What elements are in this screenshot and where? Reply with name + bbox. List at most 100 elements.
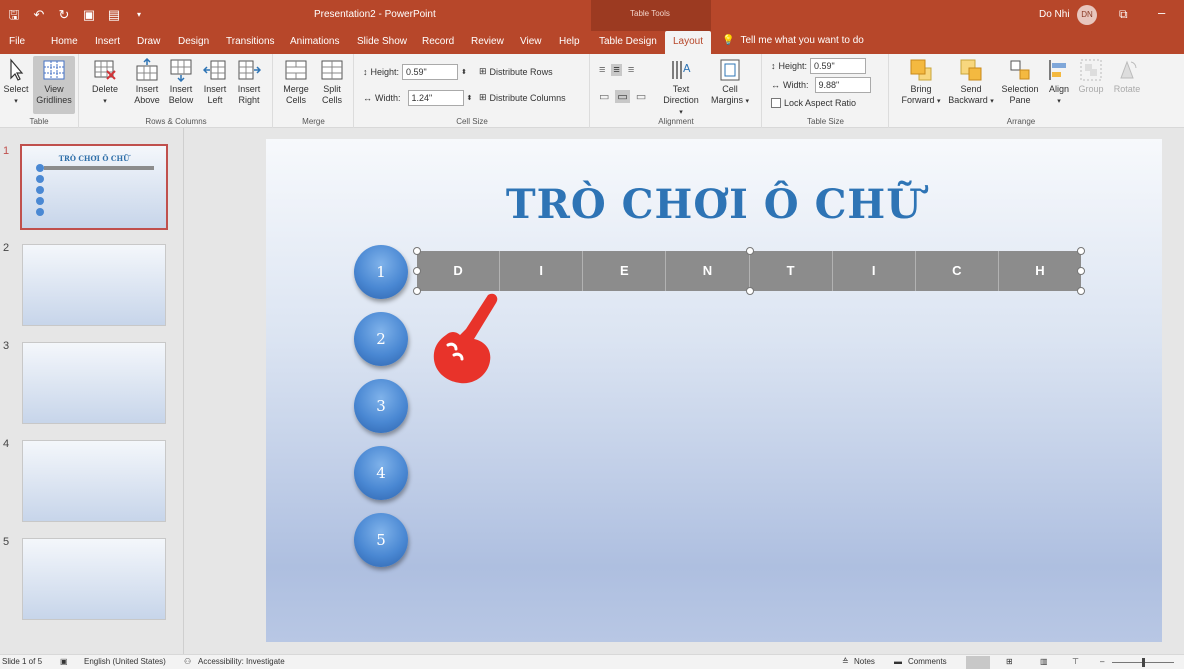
align-left-icon[interactable]: ≡ xyxy=(599,64,605,76)
table-width-input[interactable]: 9.88" xyxy=(814,77,871,93)
tab-animations[interactable]: Animations xyxy=(290,31,339,54)
resize-handle-br[interactable] xyxy=(1077,287,1085,295)
table-cell[interactable]: I xyxy=(832,251,916,291)
lock-aspect-ratio-checkbox[interactable]: Lock Aspect Ratio xyxy=(771,98,856,108)
accessibility-status[interactable]: Accessibility: Investigate xyxy=(198,657,285,666)
slide-thumbnail-2[interactable] xyxy=(22,244,166,326)
save-icon[interactable]: 🖫 xyxy=(6,6,22,24)
tab-transitions[interactable]: Transitions xyxy=(226,31,275,54)
delete-button[interactable]: Delete ▾ xyxy=(88,58,122,107)
number-circle-2[interactable]: 2 xyxy=(354,312,408,366)
zoom-out-icon[interactable]: – xyxy=(1100,657,1104,666)
table-cell[interactable]: D xyxy=(417,251,501,291)
align-top-icon[interactable]: ▭ xyxy=(599,90,609,103)
align-button[interactable]: Align ▾ xyxy=(1044,58,1074,107)
bring-forward-button[interactable]: Bring Forward ▾ xyxy=(898,58,944,107)
table-cell[interactable]: E xyxy=(583,251,667,291)
align-bottom-icon[interactable]: ▭ xyxy=(636,90,646,103)
number-circle-1[interactable]: 1 xyxy=(354,245,408,299)
rotate-button[interactable]: Rotate xyxy=(1110,58,1144,95)
undo-icon[interactable]: ↶ xyxy=(31,6,47,24)
language[interactable]: English (United States) xyxy=(84,657,166,666)
ribbon-display-options-icon[interactable]: ⧉ xyxy=(1119,7,1128,22)
cell-height-spinner-icon[interactable]: ⬍ xyxy=(461,68,467,76)
insert-above-button[interactable]: Insert Above xyxy=(130,58,164,106)
number-circle-5[interactable]: 5 xyxy=(354,513,408,567)
slide-title[interactable]: TRÒ CHƠI Ô CHỮ xyxy=(266,181,1162,228)
tab-slide-show[interactable]: Slide Show xyxy=(357,31,407,54)
resize-handle-bl[interactable] xyxy=(413,287,421,295)
split-cells-button[interactable]: Split Cells xyxy=(314,58,350,106)
comments-button[interactable]: Comments xyxy=(908,657,947,666)
tab-table-design[interactable]: Table Design xyxy=(599,31,657,54)
tab-design[interactable]: Design xyxy=(178,31,209,54)
view-gridlines-button[interactable]: View Gridlines xyxy=(33,56,75,114)
slideshow-icon[interactable]: ⊤ xyxy=(1072,657,1079,666)
user-name[interactable]: Do Nhi xyxy=(1039,9,1070,20)
distribute-columns-button[interactable]: ⊞ Distribute Columns xyxy=(479,92,566,103)
resize-handle-tl[interactable] xyxy=(413,247,421,255)
tab-help[interactable]: Help xyxy=(559,31,580,54)
tab-record[interactable]: Record xyxy=(422,31,454,54)
redo-icon[interactable]: ↻ xyxy=(56,6,72,24)
avatar[interactable]: DN xyxy=(1077,5,1097,25)
slide-thumbnail-1[interactable]: TRÒ CHƠI Ô CHỮ xyxy=(20,144,168,230)
tab-view[interactable]: View xyxy=(520,31,542,54)
slide-thumbnail-4[interactable] xyxy=(22,440,166,522)
cell-width-spinner-icon[interactable]: ⬍ xyxy=(467,94,473,102)
text-direction-button[interactable]: A Text Direction ▾ xyxy=(661,58,701,118)
spelling-icon[interactable]: ▣ xyxy=(60,657,68,666)
insert-right-button[interactable]: Insert Right xyxy=(232,58,266,106)
resize-handle-left[interactable] xyxy=(413,267,421,275)
table-cell[interactable]: H xyxy=(998,251,1081,291)
insert-left-button[interactable]: Insert Left xyxy=(198,58,232,106)
word-table[interactable]: D I E N T I C H xyxy=(417,251,1081,291)
cell-height-input[interactable]: 0.59" xyxy=(402,64,459,80)
slide-canvas[interactable]: TRÒ CHƠI Ô CHỮ 1 2 3 4 5 D I E N T I C H xyxy=(266,139,1162,642)
resize-handle-right[interactable] xyxy=(1077,267,1085,275)
send-backward-button[interactable]: Send Backward ▾ xyxy=(946,58,996,107)
reading-view-icon[interactable]: ▥ xyxy=(1040,657,1048,666)
table-cell[interactable]: C xyxy=(915,251,999,291)
number-circle-4[interactable]: 4 xyxy=(354,446,408,500)
align-middle-icon[interactable]: ▭ xyxy=(615,90,630,103)
normal-view-button[interactable] xyxy=(966,656,990,669)
minimize-icon[interactable]: – xyxy=(1158,5,1165,20)
tell-me-box[interactable]: 💡 Tell me what you want to do xyxy=(722,35,864,46)
group-button[interactable]: Group xyxy=(1076,58,1106,95)
table-cell[interactable]: I xyxy=(500,251,584,291)
select-button[interactable]: Select ▾ xyxy=(2,58,30,107)
tab-insert[interactable]: Insert xyxy=(95,31,120,54)
insert-below-button[interactable]: Insert Below xyxy=(164,58,198,106)
present-icon[interactable]: ▣ xyxy=(81,6,97,24)
tab-layout[interactable]: Layout xyxy=(665,31,712,54)
group-arrange: Bring Forward ▾ Send Backward ▾ Selection P… xyxy=(890,54,1152,128)
tab-home[interactable]: Home xyxy=(51,31,78,54)
notes-button[interactable]: Notes xyxy=(854,657,875,666)
table-cell[interactable]: T xyxy=(749,251,833,291)
lock-aspect-checkbox-box[interactable] xyxy=(771,98,781,108)
tab-file[interactable]: File xyxy=(9,31,25,54)
resize-handle-bottom[interactable] xyxy=(746,287,754,295)
tab-review[interactable]: Review xyxy=(471,31,504,54)
cell-margins-button[interactable]: Cell Margins ▾ xyxy=(707,58,753,107)
lightbulb-icon: 💡 xyxy=(722,35,735,46)
cell-width-input[interactable]: 1.24" xyxy=(407,90,464,106)
customize-toolbar-icon[interactable]: ▾ xyxy=(131,6,147,24)
zoom-slider-thumb[interactable] xyxy=(1142,658,1145,667)
slide-thumbnail-5[interactable] xyxy=(22,538,166,620)
slide-thumbnail-3[interactable] xyxy=(22,342,166,424)
resize-handle-top[interactable] xyxy=(746,247,754,255)
align-right-icon[interactable]: ≡ xyxy=(628,64,634,76)
resize-handle-tr[interactable] xyxy=(1077,247,1085,255)
layout-icon[interactable]: ▤ xyxy=(106,6,122,24)
table-cell[interactable]: N xyxy=(666,251,750,291)
slide-sorter-icon[interactable]: ⊞ xyxy=(1006,657,1013,666)
tab-draw[interactable]: Draw xyxy=(137,31,160,54)
distribute-rows-button[interactable]: ⊞ Distribute Rows xyxy=(479,66,553,77)
number-circle-3[interactable]: 3 xyxy=(354,379,408,433)
selection-pane-button[interactable]: Selection Pane xyxy=(998,58,1042,106)
table-height-input[interactable]: 0.59" xyxy=(810,58,867,74)
align-center-icon[interactable]: ≡ xyxy=(611,64,622,76)
merge-cells-button[interactable]: Merge Cells xyxy=(278,58,314,106)
